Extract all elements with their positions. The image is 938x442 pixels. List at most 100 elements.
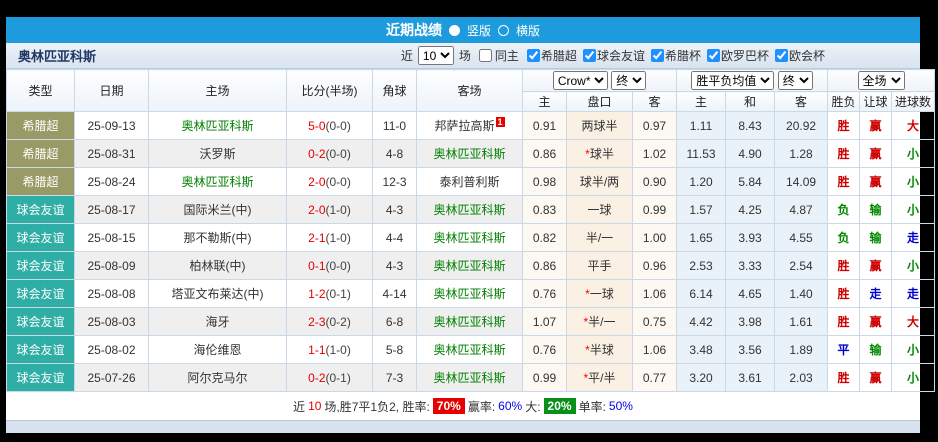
filter-bar: 奥林匹亚科斯 近 10 场 同主 希腊超球会友谊希腊杯欧罗巴杯欧会杯 [6, 43, 920, 69]
header-corners: 角球 [373, 70, 417, 112]
handicap-result-cell: 赢 [860, 112, 892, 140]
recent-suffix-label: 场 [459, 47, 471, 64]
euro-home-odds-cell: 1.57 [677, 196, 726, 224]
table-header: 类型 日期 主场 比分(半场) 角球 客场 Crow* 终 胜平负均值 终 全场 [7, 70, 935, 112]
league-cell: 球会友谊 [7, 280, 75, 308]
date-cell: 25-08-31 [75, 140, 149, 168]
corners-cell: 4-14 [373, 280, 417, 308]
goals-result-cell: 走 [892, 224, 935, 252]
goals-result-cell: 小 [892, 364, 935, 392]
date-cell: 25-07-26 [75, 364, 149, 392]
corners-cell: 5-8 [373, 336, 417, 364]
euro-type-select[interactable]: 胜平负均值 [691, 71, 774, 90]
handicap-result-cell: 输 [860, 196, 892, 224]
subheader-euro-home: 主 [677, 92, 726, 112]
euro-draw-odds-cell: 4.65 [726, 280, 775, 308]
result-cell: 负 [828, 224, 860, 252]
league-checkbox[interactable] [651, 49, 664, 62]
table-row: 球会友谊25-08-15那不勒斯(中)2-1(1-0)4-4奥林匹亚科斯0.82… [7, 224, 935, 252]
date-cell: 25-08-02 [75, 336, 149, 364]
scope-select[interactable]: 全场 [858, 71, 905, 90]
euro-draw-odds-cell: 4.90 [726, 140, 775, 168]
corners-cell: 4-3 [373, 196, 417, 224]
asian-away-odds-cell: 0.96 [633, 252, 677, 280]
league-checkbox-label: 希腊超 [541, 49, 577, 63]
away-team-name: 邦萨拉高斯 [434, 119, 494, 133]
handicap-result-cell: 走 [860, 280, 892, 308]
league-cell: 球会友谊 [7, 196, 75, 224]
table-row: 球会友谊25-08-09柏林联(中)0-1(0-0)4-3奥林匹亚科斯0.86平… [7, 252, 935, 280]
euro-odds-group-header: 胜平负均值 终 [677, 70, 828, 92]
league-filters: 希腊超球会友谊希腊杯欧罗巴杯欧会杯 [521, 47, 825, 64]
subheader-handicap: 盘口 [567, 92, 633, 112]
horizontal-layout-label[interactable]: 横版 [516, 22, 540, 39]
odds-company-select[interactable]: Crow* [553, 71, 608, 90]
home-team-cell: 海牙 [149, 308, 287, 336]
single-rate-value: 50% [609, 399, 633, 413]
score-cell: 5-0(0-0) [287, 112, 373, 140]
asian-odds-group-header: Crow* 终 [523, 70, 677, 92]
asian-away-odds-cell: 0.90 [633, 168, 677, 196]
score-cell: 0-2(0-0) [287, 140, 373, 168]
euro-home-odds-cell: 1.65 [677, 224, 726, 252]
date-cell: 25-09-13 [75, 112, 149, 140]
asian-home-odds-cell: 0.83 [523, 196, 567, 224]
league-checkbox[interactable] [583, 49, 596, 62]
scope-group-header: 全场 [828, 70, 935, 92]
asian-time-select[interactable]: 终 [611, 71, 646, 90]
handicap-cell: *半球 [567, 336, 633, 364]
league-checkbox-label: 欧罗巴杯 [721, 49, 769, 63]
date-cell: 25-08-17 [75, 196, 149, 224]
table-row: 希腊超25-08-24奥林匹亚科斯2-0(0-0)12-3泰利普利斯0.98球半… [7, 168, 935, 196]
underdog-star: * [585, 343, 590, 357]
score-cell: 2-3(0-2) [287, 308, 373, 336]
euro-draw-odds-cell: 3.61 [726, 364, 775, 392]
score-cell: 2-1(1-0) [287, 224, 373, 252]
result-cell: 胜 [828, 280, 860, 308]
away-team-name: 奥林匹亚科斯 [433, 203, 505, 217]
goals-result-cell: 大 [892, 112, 935, 140]
result-cell: 胜 [828, 308, 860, 336]
horizontal-layout-radio[interactable] [498, 25, 509, 36]
handicap-cell: *球半 [567, 140, 633, 168]
same-home-checkbox[interactable] [479, 49, 492, 62]
halftime-score: (1-0) [326, 203, 351, 217]
euro-time-select[interactable]: 终 [778, 71, 813, 90]
home-team-cell: 柏林联(中) [149, 252, 287, 280]
corners-cell: 12-3 [373, 168, 417, 196]
league-checkbox-label: 希腊杯 [665, 49, 701, 63]
handicap-cell: *平/半 [567, 364, 633, 392]
result-cell: 负 [828, 196, 860, 224]
euro-home-odds-cell: 3.48 [677, 336, 726, 364]
home-team-name: 奥林匹亚科斯 [181, 119, 253, 133]
euro-away-odds-cell: 1.61 [775, 308, 828, 336]
halftime-score: (1-0) [326, 231, 351, 245]
league-checkbox[interactable] [527, 49, 540, 62]
fulltime-score: 1-1 [308, 343, 325, 357]
asian-home-odds-cell: 0.76 [523, 336, 567, 364]
subheader-handicap-result: 让球 [860, 92, 892, 112]
corners-cell: 7-3 [373, 364, 417, 392]
goals-result-cell: 小 [892, 140, 935, 168]
vertical-layout-radio[interactable] [449, 25, 460, 36]
result-cell: 胜 [828, 252, 860, 280]
league-checkbox[interactable] [707, 49, 720, 62]
euro-home-odds-cell: 11.53 [677, 140, 726, 168]
euro-home-odds-cell: 1.11 [677, 112, 726, 140]
corners-cell: 6-8 [373, 308, 417, 336]
euro-draw-odds-cell: 4.25 [726, 196, 775, 224]
away-team-cell: 奥林匹亚科斯 [417, 252, 523, 280]
away-team-name: 奥林匹亚科斯 [433, 287, 505, 301]
away-team-name: 奥林匹亚科斯 [433, 315, 505, 329]
score-cell: 2-0(0-0) [287, 168, 373, 196]
recent-count-select[interactable]: 10 [418, 46, 454, 65]
vertical-layout-label[interactable]: 竖版 [467, 22, 491, 39]
underdog-star: * [585, 287, 590, 301]
euro-draw-odds-cell: 3.56 [726, 336, 775, 364]
league-checkbox[interactable] [775, 49, 788, 62]
home-team-cell: 奥林匹亚科斯 [149, 112, 287, 140]
halftime-score: (0-1) [326, 371, 351, 385]
stats-footer: 近10场,胜7平1负2, 胜率: 70% 赢率:60% 大: 20% 单率:50… [6, 392, 920, 420]
league-cell: 球会友谊 [7, 364, 75, 392]
date-cell: 25-08-09 [75, 252, 149, 280]
